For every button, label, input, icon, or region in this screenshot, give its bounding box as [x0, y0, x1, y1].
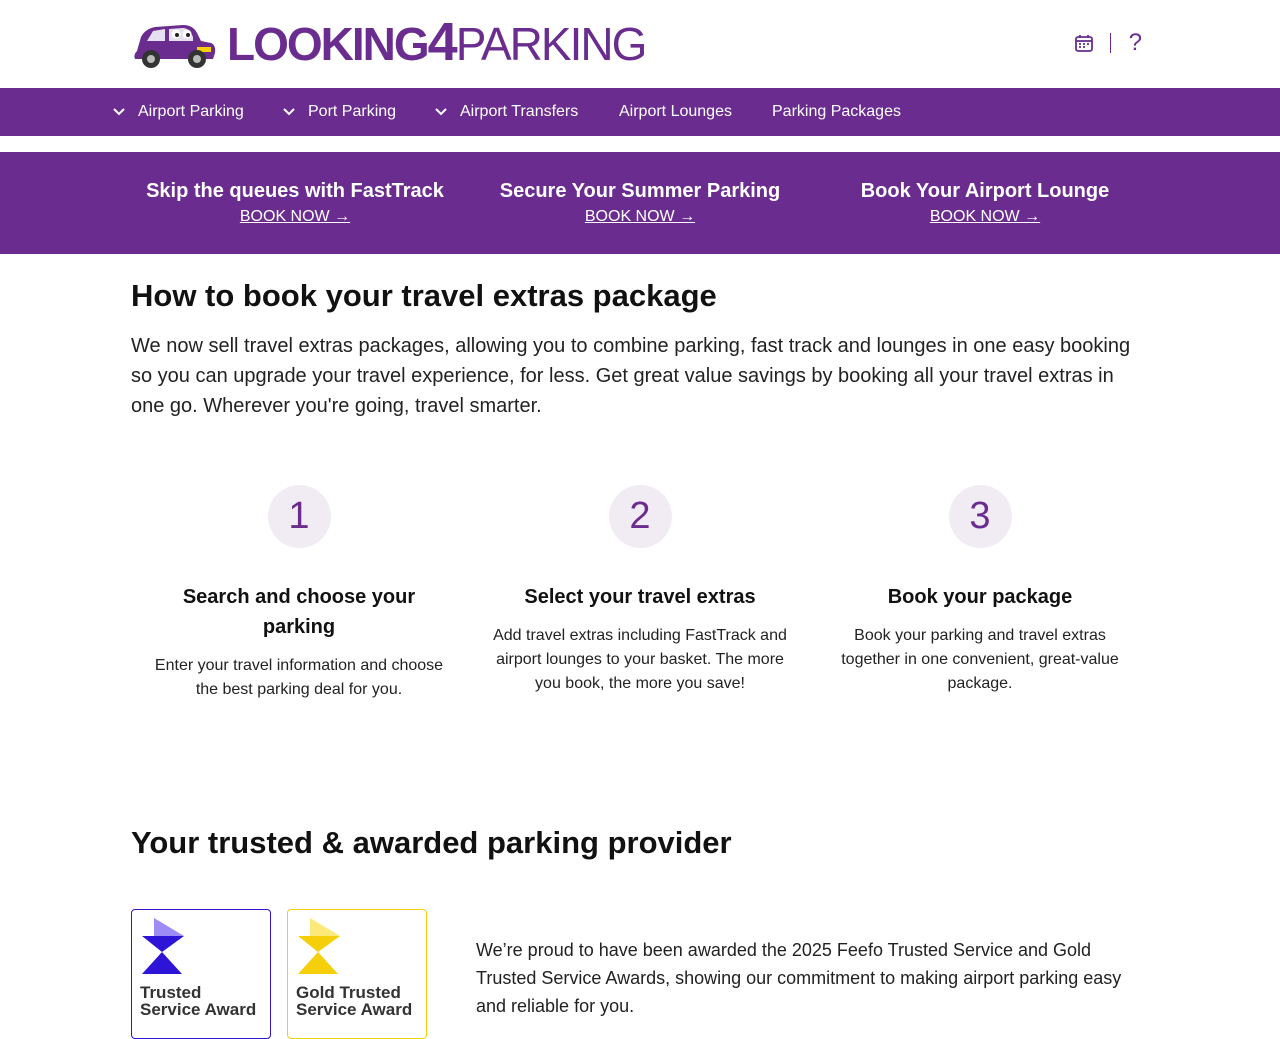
award-text: We’re proud to have been awarded the 202…: [476, 940, 1122, 1016]
logo-word-looking: LOOKING: [227, 18, 430, 70]
calendar-icon[interactable]: [1074, 33, 1094, 53]
promo-title: Book Your Airport Lounge: [860, 180, 1110, 202]
trusted-heading: Your trusted & awarded parking provider: [131, 825, 732, 860]
header-actions: ?: [1074, 30, 1142, 56]
step-title: Search and choose your parking: [182, 586, 416, 638]
trusted-service-badge: Trusted Service Award: [131, 909, 271, 1039]
feefo-trusted-icon: [142, 918, 184, 974]
step-title: Select your travel extras: [524, 586, 756, 608]
nav-item-airport-lounges[interactable]: Airport Lounges: [619, 88, 732, 136]
nav-item-parking-packages[interactable]: Parking Packages: [772, 88, 901, 136]
nav-item-label: Parking Packages: [772, 103, 901, 120]
logo-word-four: 4: [427, 12, 458, 72]
step-title: Book your package: [887, 586, 1073, 608]
how-to-heading: How to book your travel extras package: [131, 278, 717, 313]
chevron-down-icon: [283, 108, 295, 116]
badge-label: Trusted Service Award: [140, 984, 256, 1018]
help-icon[interactable]: ?: [1129, 30, 1142, 56]
badge-line2: Service Award: [296, 1000, 413, 1019]
step-number-circle: 3: [948, 485, 1012, 548]
promo-fasttrack: Skip the queues with FastTrack BOOK NOW …: [125, 178, 465, 226]
chevron-down-icon: [435, 108, 447, 116]
gold-trusted-service-badge: Gold Trusted Service Award: [287, 909, 427, 1039]
badge-label: Gold Trusted Service Award: [296, 984, 412, 1018]
step-3: 3 Book your package Book your parking an…: [825, 485, 1135, 696]
promo-title: Skip the queues with FastTrack: [146, 180, 444, 202]
step-text: Add travel extras including FastTrack an…: [493, 627, 787, 692]
badge-line2: Service Award: [140, 1000, 257, 1019]
promo-title: Secure Your Summer Parking: [499, 180, 781, 202]
logo-wordmark: LOOKING4PARKING: [227, 12, 648, 72]
step-2: 2 Select your travel extras Add travel e…: [485, 485, 795, 696]
nav-item-airport-parking[interactable]: Airport Parking: [112, 88, 244, 136]
step-text: Enter your travel information and choose…: [154, 657, 444, 698]
header-divider: [1109, 33, 1111, 53]
site-header: LOOKING4PARKING ?: [0, 0, 1280, 88]
book-now-link[interactable]: BOOK NOW →: [585, 208, 695, 226]
logo-word-parking: PARKING: [455, 18, 648, 70]
step-text: Book your parking and travel extras toge…: [841, 627, 1119, 692]
book-now-link[interactable]: BOOK NOW →: [930, 208, 1040, 226]
nav-item-label: Airport Parking: [138, 103, 244, 120]
how-to-intro: We now sell travel extras packages, allo…: [131, 335, 1131, 417]
chevron-down-icon: [113, 108, 125, 116]
main-nav: Airport Parking Port Parking Airport Tra…: [0, 88, 1280, 136]
site-logo[interactable]: LOOKING4PARKING: [131, 12, 648, 72]
promo-airport-lounge: Book Your Airport Lounge BOOK NOW →: [815, 178, 1155, 226]
promo-banner: Skip the queues with FastTrack BOOK NOW …: [0, 152, 1280, 254]
book-now-link[interactable]: BOOK NOW →: [240, 208, 350, 226]
nav-item-label: Port Parking: [308, 103, 397, 120]
car-logo-icon: [134, 25, 216, 68]
nav-item-port-parking[interactable]: Port Parking: [282, 88, 396, 136]
nav-item-airport-transfers[interactable]: Airport Transfers: [434, 88, 578, 136]
feefo-gold-icon: [298, 918, 340, 974]
step-1: 1 Search and choose your parking Enter y…: [144, 485, 454, 702]
promo-summer-parking: Secure Your Summer Parking BOOK NOW →: [470, 178, 810, 226]
nav-item-label: Airport Transfers: [460, 103, 579, 120]
step-number-circle: 2: [608, 485, 672, 548]
step-number-circle: 1: [267, 485, 331, 548]
nav-item-label: Airport Lounges: [619, 103, 732, 120]
